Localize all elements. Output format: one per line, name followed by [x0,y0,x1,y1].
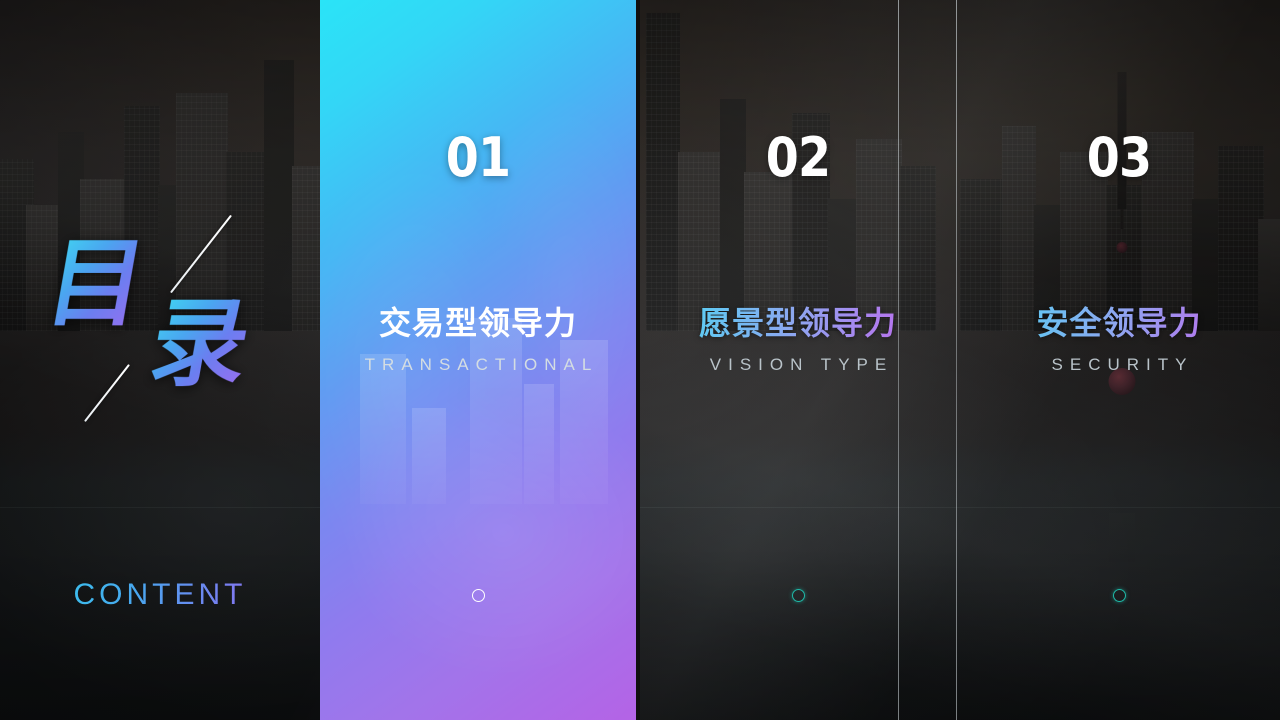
agenda-column-2[interactable]: 02 愿景型领导力 VISION TYPE [640,0,956,720]
column-3-title-cn: 安全领导力 [958,305,1280,342]
column-3-number: 03 [1086,126,1152,189]
column-1-bullet-marker[interactable] [471,589,485,602]
content-label: CONTENT [0,578,320,612]
column-1-title-cn: 交易型领导力 [378,304,577,342]
column-2-title-cn: 愿景型领导力 [640,305,956,342]
agenda-slide: 目 录 CONTENT 01 交易型领导力 TRANSACTIONAL 02 愿… [0,0,1280,720]
divider-col3-start [956,0,957,720]
column-2-bullet-marker[interactable] [791,589,805,602]
agenda-column-1[interactable]: 01 交易型领导力 TRANSACTIONAL [320,0,636,720]
decorative-slash-top [170,214,232,294]
column-1-number: 01 [445,126,511,189]
column-1-title-en: TRANSACTIONAL [364,355,599,374]
decorative-slash-bottom [84,364,130,422]
column-3-title-en: SECURITY [1051,355,1194,374]
column-2-number: 02 [765,126,831,189]
heading-char-lu: 录 [142,288,258,400]
heading-char-mu: 目 [38,228,154,340]
agenda-column-3[interactable]: 03 安全领导力 SECURITY [958,0,1280,720]
column-2-title-en: VISION TYPE [709,355,894,374]
left-title-block: 目 录 CONTENT [0,0,320,720]
column-3-bullet-marker[interactable] [1112,589,1126,602]
